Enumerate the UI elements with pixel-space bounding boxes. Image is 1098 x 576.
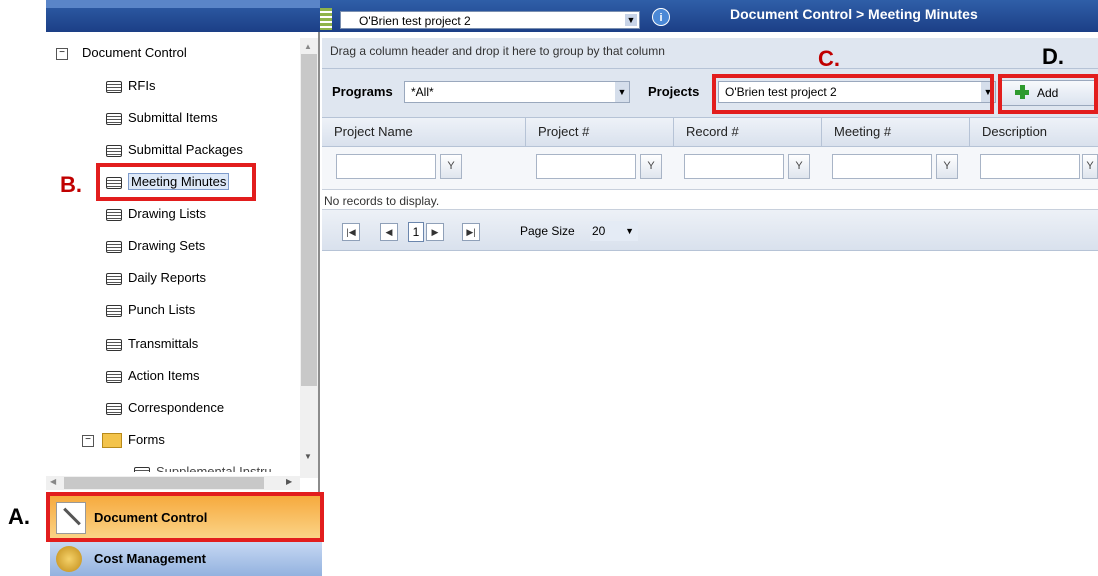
document-icon [106, 240, 122, 253]
coins-icon [56, 546, 82, 572]
grip-icon[interactable] [320, 8, 332, 30]
document-icon [106, 144, 122, 157]
grid-filter-row: Y Y Y Y Y [322, 147, 1098, 190]
filter-input-record-number[interactable] [684, 154, 784, 179]
sidebar-item-label: RFIs [128, 78, 156, 93]
page-size-label: Page Size [520, 224, 575, 238]
last-page-icon[interactable]: ▶| [462, 223, 480, 241]
sidebar-item-action-items[interactable]: Action Items [106, 366, 200, 386]
programs-select-value: *All* [411, 85, 434, 99]
sidebar-hscroll-thumb[interactable] [64, 477, 264, 489]
project-select[interactable]: O'Brien test project 2 ▼ [340, 11, 640, 29]
document-icon [106, 208, 122, 221]
sidebar-item-drawing-sets[interactable]: Drawing Sets [106, 236, 205, 256]
sidebar-item-label: Punch Lists [128, 302, 196, 317]
filter-icon[interactable]: Y [440, 154, 462, 179]
column-header-description[interactable]: Description [970, 118, 1098, 146]
tree-folder-label: Forms [128, 432, 165, 447]
pager: |◀ ◀ 1 ▶ ▶| Page Size 20 ▼ [322, 210, 1098, 251]
annotation-box-b [96, 163, 256, 201]
group-by-bar[interactable]: Drag a column header and drop it here to… [322, 38, 1098, 69]
sidebar-item-rfis[interactable]: RFIs [106, 76, 155, 96]
document-icon [106, 272, 122, 285]
project-select-value: O'Brien test project 2 [359, 14, 471, 28]
tree-folder-forms[interactable]: − Forms [82, 430, 165, 450]
filter-icon[interactable]: Y [640, 154, 662, 179]
annotation-label-a: A. [8, 504, 30, 529]
sidebar-item-partial[interactable]: Supplemental Instru... [134, 458, 282, 472]
document-icon [106, 80, 122, 93]
document-icon [106, 338, 122, 351]
chevron-down-icon[interactable]: ▼ [615, 82, 629, 102]
filter-icon[interactable]: Y [1082, 154, 1098, 179]
sidebar-item-daily-reports[interactable]: Daily Reports [106, 268, 206, 288]
document-icon [106, 304, 122, 317]
sidebar-item-drawing-lists[interactable]: Drawing Lists [106, 204, 206, 224]
filter-icon[interactable]: Y [788, 154, 810, 179]
grid-header-row: Project Name Project # Record # Meeting … [322, 118, 1098, 147]
column-header-project-number[interactable]: Project # [526, 118, 674, 146]
annotation-label-c: C. [818, 46, 840, 71]
sidebar-item-punch-lists[interactable]: Punch Lists [106, 300, 195, 320]
sidebar-item-label: Drawing Lists [128, 206, 207, 221]
sidebar-item-transmittals[interactable]: Transmittals [106, 334, 198, 354]
tree-root-document-control[interactable]: − Document Control [56, 43, 187, 63]
info-icon[interactable]: i [652, 8, 670, 26]
sidebar-scroll-thumb[interactable] [301, 54, 317, 386]
annotation-box-d [998, 74, 1098, 114]
annotation-label-d: D. [1042, 44, 1064, 69]
scroll-right-icon[interactable]: ▶ [286, 477, 292, 486]
page-title: Document Control > Meeting Minutes [730, 6, 978, 22]
prev-page-icon[interactable]: ◀ [380, 223, 398, 241]
sidebar-item-submittal-items[interactable]: Submittal Items [106, 108, 218, 128]
column-header-meeting-number[interactable]: Meeting # [822, 118, 970, 146]
no-records-message: No records to display. [322, 192, 1098, 210]
column-header-project-name[interactable]: Project Name [322, 118, 526, 146]
document-icon [106, 370, 122, 383]
sidebar-item-label: Submittal Items [128, 110, 218, 125]
top-bar-left-strip [46, 0, 320, 8]
filter-icon[interactable]: Y [936, 154, 958, 179]
collapse-icon[interactable]: − [82, 434, 94, 447]
filter-input-meeting-number[interactable] [832, 154, 932, 179]
projects-label: Projects [648, 84, 700, 99]
annotation-box-a [46, 492, 324, 542]
sidebar-item-correspondence[interactable]: Correspondence [106, 398, 224, 418]
sidebar-item-label: Drawing Sets [128, 238, 206, 253]
sidebar-item-label: Supplemental Instru... [156, 464, 283, 472]
column-header-record-number[interactable]: Record # [674, 118, 822, 146]
sidebar-item-label: Action Items [128, 368, 200, 383]
filter-input-project-name[interactable] [336, 154, 436, 179]
current-page-button[interactable]: 1 [408, 222, 424, 242]
nav-label: Cost Management [94, 551, 206, 566]
scroll-left-icon[interactable]: ◀ [50, 477, 56, 486]
programs-label: Programs [332, 84, 393, 99]
sidebar-item-submittal-packages[interactable]: Submittal Packages [106, 140, 243, 160]
scroll-down-icon[interactable]: ▼ [304, 452, 312, 461]
document-icon [106, 112, 122, 125]
document-icon [134, 466, 150, 472]
tree-root-label: Document Control [82, 45, 187, 60]
first-page-icon[interactable]: |◀ [342, 223, 360, 241]
nav-cost-management[interactable]: Cost Management [50, 540, 322, 576]
page-size-select[interactable]: 20 ▼ [590, 221, 638, 241]
sidebar-item-label: Submittal Packages [128, 142, 243, 157]
chevron-down-icon[interactable]: ▼ [625, 221, 634, 241]
sidebar-item-label: Daily Reports [128, 270, 207, 285]
scroll-up-icon[interactable]: ▲ [304, 42, 312, 51]
page-size-value: 20 [592, 224, 606, 238]
filter-input-description[interactable] [980, 154, 1080, 179]
filter-input-project-number[interactable] [536, 154, 636, 179]
folder-icon [102, 433, 122, 449]
programs-select[interactable]: *All* ▼ [404, 81, 630, 103]
chevron-down-icon[interactable]: ▼ [625, 14, 637, 26]
annotation-label-b: B. [60, 172, 82, 197]
sidebar-item-label: Transmittals [128, 336, 199, 351]
next-page-icon[interactable]: ▶ [426, 223, 444, 241]
annotation-box-c [712, 74, 994, 114]
document-icon [106, 402, 122, 415]
group-hint: Drag a column header and drop it here to… [330, 44, 665, 58]
sidebar-item-label: Correspondence [128, 400, 225, 415]
collapse-icon[interactable]: − [56, 47, 68, 60]
